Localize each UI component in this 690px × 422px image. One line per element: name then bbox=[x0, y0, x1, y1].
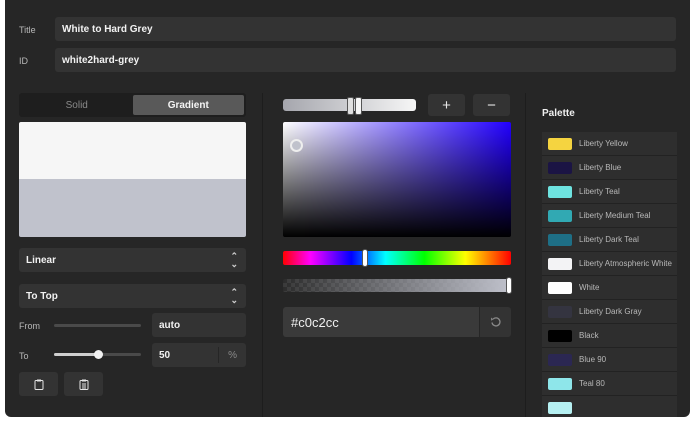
palette-list: Liberty Yellow Liberty Blue Liberty Teal Li… bbox=[542, 132, 677, 417]
palette-item[interactable]: Black bbox=[542, 324, 677, 348]
from-input[interactable]: auto bbox=[152, 313, 246, 337]
color-picker-handle[interactable] bbox=[290, 139, 303, 152]
palette-swatch bbox=[548, 209, 572, 222]
gradient-editor-panel: Title White to Hard Grey ID white2hard-g… bbox=[5, 0, 690, 417]
fill-mode-toggle: Solid Gradient bbox=[19, 93, 246, 117]
palette-item-name: Liberty Dark Gray bbox=[579, 307, 642, 316]
palette-swatch bbox=[548, 377, 572, 390]
solid-tab[interactable]: Solid bbox=[21, 95, 133, 115]
from-label: From bbox=[19, 321, 40, 331]
to-slider-thumb[interactable] bbox=[93, 350, 103, 359]
saturation-brightness-area[interactable] bbox=[283, 122, 511, 237]
id-input[interactable]: white2hard-grey bbox=[55, 48, 676, 72]
palette-item-name: Liberty Blue bbox=[579, 163, 622, 172]
id-label: ID bbox=[19, 56, 28, 66]
gradient-stops-bar[interactable] bbox=[283, 97, 416, 115]
hue-slider[interactable] bbox=[283, 250, 511, 266]
palette-item-name: Liberty Medium Teal bbox=[579, 211, 651, 220]
gradient-direction-value: To Top bbox=[26, 290, 58, 302]
palette-swatch bbox=[548, 185, 572, 198]
gradient-direction-select[interactable]: To Top ⌃ ⌄ bbox=[19, 284, 246, 308]
palette-item[interactable]: Liberty Dark Gray bbox=[542, 300, 677, 324]
add-stop-button[interactable]: + bbox=[428, 94, 465, 116]
from-slider[interactable] bbox=[54, 324, 141, 327]
palette-item-name: Liberty Teal bbox=[579, 187, 620, 196]
palette-item[interactable]: White bbox=[542, 276, 677, 300]
paste-button[interactable] bbox=[19, 372, 58, 396]
palette-item[interactable] bbox=[542, 396, 677, 417]
reset-icon bbox=[490, 317, 501, 327]
to-value: 50 bbox=[159, 349, 171, 361]
palette-swatch bbox=[548, 401, 572, 414]
copy-button[interactable] bbox=[64, 372, 103, 396]
clipboard-list-icon bbox=[79, 379, 88, 390]
palette-item-name: Liberty Atmospheric White bbox=[579, 259, 672, 268]
divider bbox=[218, 347, 219, 363]
palette-item[interactable]: Liberty Teal bbox=[542, 180, 677, 204]
gradient-stop-top[interactable] bbox=[19, 122, 246, 179]
chevron-up-down-icon: ⌃ ⌄ bbox=[230, 251, 238, 269]
palette-swatch bbox=[548, 329, 572, 342]
gradient-stop-handle[interactable] bbox=[347, 97, 354, 115]
palette-item-name: Blue 90 bbox=[579, 355, 607, 364]
palette-swatch bbox=[548, 137, 572, 150]
column-divider bbox=[262, 93, 263, 417]
palette-item-name: Liberty Yellow bbox=[579, 139, 628, 148]
palette-item-name: Liberty Dark Teal bbox=[579, 235, 639, 244]
palette-item-name: Black bbox=[579, 331, 599, 340]
to-slider[interactable] bbox=[54, 350, 141, 359]
palette-swatch bbox=[548, 305, 572, 318]
palette-item[interactable]: Liberty Blue bbox=[542, 156, 677, 180]
palette-swatch bbox=[548, 233, 572, 246]
chevron-up-down-icon: ⌃ ⌄ bbox=[230, 287, 238, 305]
hue-slider-thumb[interactable] bbox=[363, 250, 368, 266]
alpha-slider[interactable] bbox=[283, 278, 511, 293]
to-unit: % bbox=[228, 349, 237, 361]
to-label: To bbox=[19, 351, 29, 361]
gradient-tab[interactable]: Gradient bbox=[132, 95, 244, 115]
palette-item-name: White bbox=[579, 283, 600, 292]
gradient-preview[interactable] bbox=[19, 122, 246, 237]
reset-color-button[interactable] bbox=[480, 307, 511, 337]
palette-swatch bbox=[548, 353, 572, 366]
title-label: Title bbox=[19, 25, 36, 35]
gradient-stop-bottom[interactable] bbox=[19, 179, 246, 237]
palette-swatch bbox=[548, 161, 572, 174]
gradient-type-select[interactable]: Linear ⌃ ⌄ bbox=[19, 248, 246, 272]
to-input[interactable]: 50 % bbox=[152, 343, 246, 367]
palette-swatch bbox=[548, 257, 572, 270]
column-divider bbox=[525, 93, 526, 417]
palette-title: Palette bbox=[542, 108, 575, 119]
remove-stop-button[interactable]: − bbox=[473, 94, 510, 116]
palette-item-name: Teal 80 bbox=[579, 379, 605, 388]
palette-item[interactable]: Blue 90 bbox=[542, 348, 677, 372]
to-slider-fill bbox=[54, 353, 98, 356]
palette-item[interactable]: Liberty Atmospheric White bbox=[542, 252, 677, 276]
palette-item[interactable]: Teal 80 bbox=[542, 372, 677, 396]
palette-item[interactable]: Liberty Dark Teal bbox=[542, 228, 677, 252]
title-input[interactable]: White to Hard Grey bbox=[55, 17, 676, 41]
gradient-stop-handle[interactable] bbox=[355, 97, 362, 115]
hex-input[interactable]: #c0c2cc bbox=[283, 307, 479, 337]
gradient-type-value: Linear bbox=[26, 254, 57, 266]
palette-swatch bbox=[548, 281, 572, 294]
palette-item[interactable]: Liberty Yellow bbox=[542, 132, 677, 156]
clipboard-icon bbox=[34, 379, 43, 390]
palette-item[interactable]: Liberty Medium Teal bbox=[542, 204, 677, 228]
alpha-slider-thumb[interactable] bbox=[507, 278, 511, 293]
